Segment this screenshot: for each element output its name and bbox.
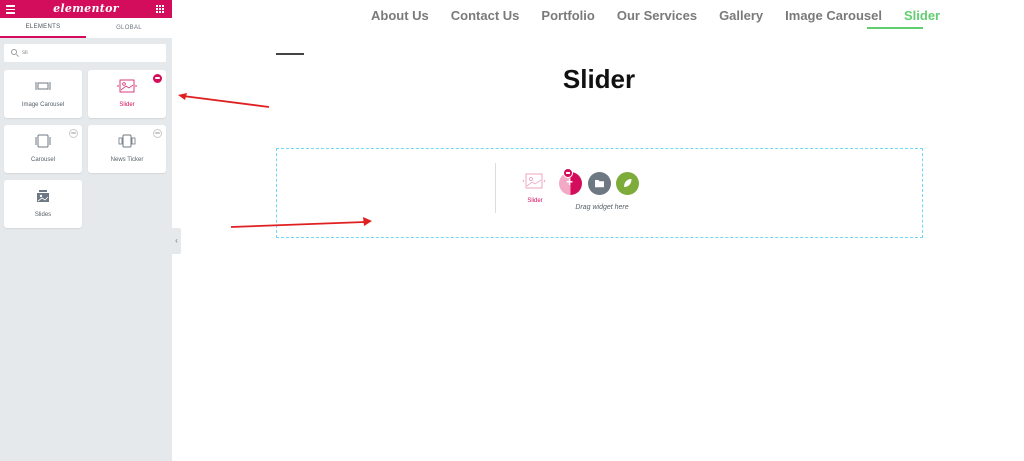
- widget-label: Image Carousel: [21, 102, 65, 108]
- widget-label: Slides: [34, 212, 52, 218]
- nav-image-carousel[interactable]: Image Carousel: [774, 8, 893, 28]
- add-template-button[interactable]: [588, 172, 611, 195]
- pro-badge-icon: [153, 129, 162, 138]
- title-divider: [276, 53, 304, 55]
- slider-icon: [117, 79, 137, 93]
- news-ticker-icon: [118, 134, 136, 148]
- drop-zone-separator: [495, 163, 496, 213]
- arrow-icon: [178, 93, 270, 108]
- dragged-widget-label: Slider: [527, 198, 543, 204]
- widget-label: Carousel: [30, 157, 55, 163]
- tab-global[interactable]: GLOBAL: [86, 18, 172, 38]
- image-carousel-icon: [35, 82, 51, 90]
- pro-badge-icon: [153, 74, 162, 83]
- add-block-button[interactable]: [616, 172, 639, 195]
- nav-portfolio[interactable]: Portfolio: [530, 8, 605, 28]
- widget-news-ticker[interactable]: News Ticker: [88, 125, 166, 173]
- pro-badge-icon: [563, 168, 573, 178]
- folder-icon: [595, 180, 604, 188]
- slider-icon: [522, 173, 546, 189]
- widget-label: News Ticker: [110, 157, 144, 163]
- drag-widget-hint: Drag widget here: [575, 204, 629, 211]
- sidebar-tabs: ELEMENTS GLOBAL: [0, 18, 172, 38]
- nav-slider[interactable]: Slider: [893, 8, 951, 28]
- elementor-sidebar: elementor ELEMENTS GLOBAL Image Carousel…: [0, 0, 172, 461]
- nav-gallery[interactable]: Gallery: [708, 8, 774, 28]
- tab-elements[interactable]: ELEMENTS: [0, 18, 86, 38]
- arrow-icon: [230, 217, 372, 228]
- leaf-icon: [624, 179, 632, 187]
- active-nav-underline: [867, 27, 923, 29]
- main-nav: About Us Contact Us Portfolio Our Servic…: [371, 8, 951, 28]
- search-widget-box: [4, 44, 166, 62]
- search-input[interactable]: [22, 46, 152, 60]
- widget-slides[interactable]: Slides: [4, 180, 82, 228]
- nav-contact-us[interactable]: Contact Us: [440, 8, 531, 28]
- slides-icon: [37, 190, 49, 202]
- pro-badge-icon: [69, 129, 78, 138]
- page-title: Slider: [562, 64, 636, 94]
- nav-our-services[interactable]: Our Services: [606, 8, 708, 28]
- widget-label: Slider: [119, 102, 135, 108]
- elementor-logo: elementor: [53, 2, 119, 15]
- widget-slider[interactable]: Slider: [88, 70, 166, 118]
- widget-image-carousel[interactable]: Image Carousel: [4, 70, 82, 118]
- apps-grid-icon[interactable]: [156, 5, 164, 13]
- search-icon: [11, 49, 17, 55]
- chevron-left-icon[interactable]: ‹: [172, 228, 181, 254]
- nav-about-us[interactable]: About Us: [371, 8, 440, 28]
- carousel-icon: [35, 134, 51, 148]
- widget-carousel[interactable]: Carousel: [4, 125, 82, 173]
- sidebar-header: elementor: [0, 0, 172, 18]
